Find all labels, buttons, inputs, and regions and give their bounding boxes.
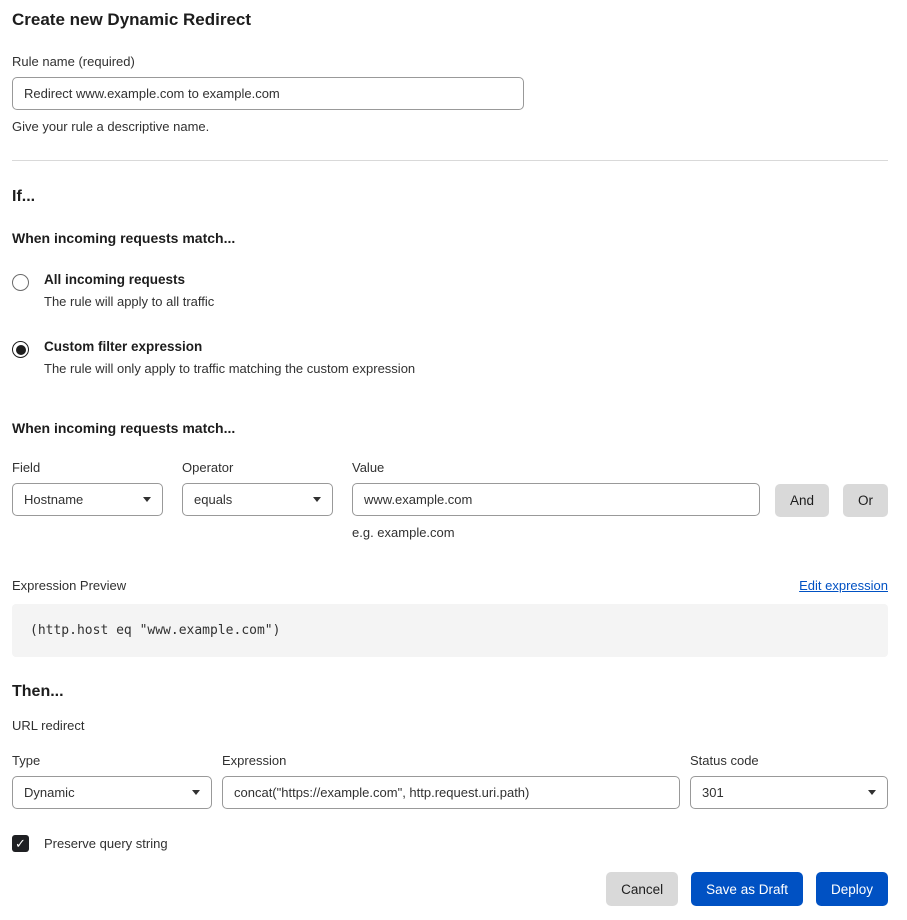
expression-preview-label: Expression Preview [12, 578, 126, 593]
status-code-select-value: 301 [702, 785, 724, 800]
filter-match-heading: When incoming requests match... [12, 420, 888, 436]
expression-label: Expression [222, 753, 680, 768]
preserve-query-string-label: Preserve query string [44, 836, 168, 851]
field-column: Field Hostname [12, 460, 163, 516]
radio-option-text: Custom filter expression The rule will o… [44, 339, 415, 376]
rule-name-help: Give your rule a descriptive name. [12, 119, 888, 134]
radio-option-label: All incoming requests [44, 272, 214, 287]
page-title: Create new Dynamic Redirect [12, 10, 888, 30]
type-column: Type Dynamic [12, 753, 212, 809]
save-as-draft-button[interactable]: Save as Draft [691, 872, 803, 906]
redirect-settings-row: Type Dynamic Expression Status code 301 [12, 753, 888, 809]
rule-name-group: Rule name (required) Give your rule a de… [12, 54, 888, 134]
field-label: Field [12, 460, 163, 475]
rule-name-label: Rule name (required) [12, 54, 888, 69]
operator-label: Operator [182, 460, 333, 475]
footer-actions: Cancel Save as Draft Deploy [12, 872, 888, 906]
and-or-buttons: And Or [775, 460, 888, 517]
checkbox-checked-icon[interactable]: ✓ [12, 835, 29, 852]
radio-unselected-icon[interactable] [12, 274, 29, 291]
radio-option-description: The rule will apply to all traffic [44, 294, 214, 309]
radio-option-description: The rule will only apply to traffic matc… [44, 361, 415, 376]
status-code-label: Status code [690, 753, 888, 768]
chevron-down-icon [192, 790, 200, 795]
expression-column: Expression [222, 753, 680, 809]
status-code-column: Status code 301 [690, 753, 888, 809]
deploy-button[interactable]: Deploy [816, 872, 888, 906]
section-divider [12, 160, 888, 161]
operator-select-value: equals [194, 492, 232, 507]
preserve-query-string-option[interactable]: ✓ Preserve query string [12, 835, 888, 852]
field-select-value: Hostname [24, 492, 83, 507]
rule-name-input[interactable] [12, 77, 524, 110]
expression-preview-header: Expression Preview Edit expression [12, 578, 888, 593]
field-select[interactable]: Hostname [12, 483, 163, 516]
value-label: Value [352, 460, 760, 475]
radio-option-label: Custom filter expression [44, 339, 415, 354]
chevron-down-icon [143, 497, 151, 502]
then-heading: Then... [12, 683, 888, 701]
chevron-down-icon [313, 497, 321, 502]
radio-option-text: All incoming requests The rule will appl… [44, 272, 214, 309]
or-button[interactable]: Or [843, 484, 888, 517]
value-column: Value e.g. example.com [352, 460, 760, 540]
value-help: e.g. example.com [352, 525, 760, 540]
radio-option-all-incoming[interactable]: All incoming requests The rule will appl… [12, 272, 888, 309]
radio-option-custom-filter[interactable]: Custom filter expression The rule will o… [12, 339, 888, 376]
edit-expression-link[interactable]: Edit expression [799, 578, 888, 593]
filter-builder-row: Field Hostname Operator equals Value e.g… [12, 460, 888, 540]
if-heading: If... [12, 188, 888, 206]
url-redirect-label: URL redirect [12, 718, 888, 733]
chevron-down-icon [868, 790, 876, 795]
create-redirect-form: Create new Dynamic Redirect Rule name (r… [0, 0, 907, 920]
incoming-match-heading: When incoming requests match... [12, 230, 888, 246]
radio-selected-icon[interactable] [12, 341, 29, 358]
expression-preview-code: (http.host eq "www.example.com") [12, 604, 888, 657]
expression-input[interactable] [222, 776, 680, 809]
and-button[interactable]: And [775, 484, 829, 517]
value-input[interactable] [352, 483, 760, 516]
cancel-button[interactable]: Cancel [606, 872, 678, 906]
type-select[interactable]: Dynamic [12, 776, 212, 809]
type-select-value: Dynamic [24, 785, 75, 800]
operator-column: Operator equals [182, 460, 333, 516]
type-label: Type [12, 753, 212, 768]
status-code-select[interactable]: 301 [690, 776, 888, 809]
operator-select[interactable]: equals [182, 483, 333, 516]
